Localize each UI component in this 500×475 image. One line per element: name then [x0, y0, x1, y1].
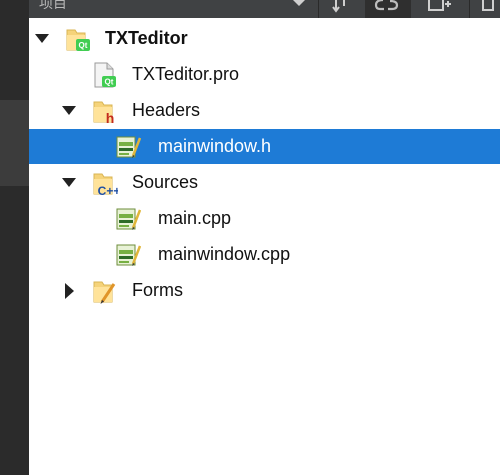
- expand-arrow-icon[interactable]: [59, 93, 79, 128]
- expand-arrow-icon[interactable]: [32, 21, 52, 56]
- left-sidebar-rail: [0, 0, 29, 475]
- main-cpp-label: main.cpp: [158, 208, 232, 228]
- mainwindow-cpp-label: mainwindow.cpp: [158, 244, 291, 264]
- tree-item-pro-file[interactable]: Qt TXTeditor.pro: [29, 57, 500, 92]
- tree-item-forms[interactable]: Forms: [29, 273, 500, 308]
- link-editor-button[interactable]: [365, 0, 411, 18]
- panel-title: 项目: [39, 0, 67, 11]
- collapsed-arrow-icon[interactable]: [59, 273, 79, 308]
- project-label: TXTeditor: [105, 28, 188, 48]
- projects-toolbar: 项目: [29, 0, 500, 18]
- tree-item-main-cpp[interactable]: main.cpp: [29, 201, 500, 236]
- sources-folder-icon: C++: [93, 173, 118, 196]
- svg-text:h: h: [106, 110, 115, 124]
- sync-button[interactable]: [329, 0, 357, 18]
- tree-item-mainwindow-cpp[interactable]: mainwindow.cpp: [29, 237, 500, 272]
- split-icon: [428, 0, 451, 11]
- svg-text:Qt: Qt: [105, 78, 114, 87]
- header-file-icon: [116, 136, 141, 158]
- sources-label: Sources: [132, 172, 199, 192]
- svg-text:C++: C++: [98, 184, 118, 196]
- sidebar-rail-highlight: [0, 100, 29, 186]
- split-view-button[interactable]: [421, 0, 457, 18]
- tree-item-sources[interactable]: C++ Sources: [29, 165, 500, 200]
- svg-text:Qt: Qt: [79, 41, 88, 50]
- link-icon: [374, 0, 399, 11]
- forms-folder-icon: [93, 281, 116, 304]
- pro-file-label: TXTeditor.pro: [132, 64, 240, 84]
- close-panel-button[interactable]: [477, 0, 499, 18]
- view-dropdown-button[interactable]: [287, 0, 311, 18]
- forms-label: Forms: [132, 280, 183, 300]
- tree-item-mainwindow-h[interactable]: mainwindow.h: [29, 129, 500, 164]
- mainwindow-h-label: mainwindow.h: [158, 136, 272, 156]
- panel-icon: [482, 0, 494, 11]
- source-file-icon: [116, 208, 141, 230]
- source-file-icon: [116, 244, 141, 266]
- headers-label: Headers: [132, 100, 201, 120]
- project-tree: Qt TXTeditor Qt TXTeditor.pro h Headers: [29, 18, 500, 475]
- qt-pro-file-icon: Qt: [94, 62, 116, 88]
- expand-arrow-icon[interactable]: [59, 165, 79, 200]
- tree-item-project[interactable]: Qt TXTeditor: [29, 21, 500, 56]
- qt-project-folder-icon: Qt: [66, 29, 90, 51]
- headers-folder-icon: h: [93, 101, 115, 124]
- chevron-down-icon: [293, 0, 305, 6]
- tree-item-headers[interactable]: h Headers: [29, 93, 500, 128]
- sync-arrows-icon: [332, 0, 345, 13]
